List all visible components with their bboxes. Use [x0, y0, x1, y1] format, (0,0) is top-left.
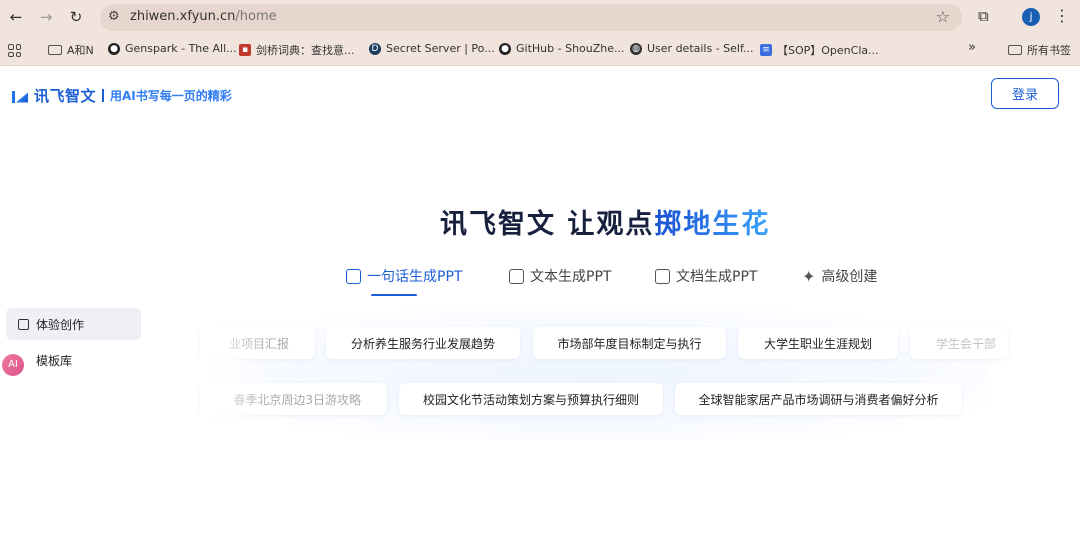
login-button[interactable]: 登录	[991, 78, 1059, 109]
fade-overlay-left	[200, 318, 270, 438]
bookmarks-bar: A和N ● Genspark - The All... ▪ 剑桥词典：查找意... …	[0, 35, 1080, 66]
active-tab-indicator	[371, 294, 417, 296]
doc-check-icon	[509, 268, 524, 284]
address-bar[interactable]: ⚙ zhiwen.xfyun.cn/home ☆	[100, 4, 962, 31]
secret-server-icon: D	[369, 42, 381, 55]
tab-doc-to-ppt[interactable]: 文档生成PPT	[655, 266, 757, 286]
sidebar-item-label: 模板库	[36, 353, 73, 368]
forward-icon[interactable]: →	[36, 7, 56, 27]
folder-icon	[48, 45, 62, 55]
site-settings-icon[interactable]: ⚙	[108, 9, 120, 24]
cambridge-icon: ▪	[239, 44, 251, 56]
extensions-icon[interactable]: ⧉	[978, 7, 989, 25]
tab-label: 高级创建	[821, 269, 878, 285]
more-bookmarks-button[interactable]: »	[968, 40, 976, 55]
bookmark-item[interactable]: ● Genspark - The All...	[108, 42, 237, 55]
tab-label: 文档生成PPT	[676, 269, 758, 285]
prompt-chip[interactable]: 学生会干部	[910, 327, 1008, 359]
sidebar-item-label: 体验创作	[36, 317, 85, 332]
folder-icon	[1008, 45, 1022, 55]
sparkle-icon: ✦	[802, 266, 816, 286]
tab-advanced[interactable]: ✦ 高级创建	[802, 266, 877, 286]
github-icon: ●	[499, 42, 511, 55]
globe-icon: ◍	[630, 42, 642, 55]
bookmark-item[interactable]: ≡ 【SOP】OpenCla...	[760, 42, 879, 58]
prompt-chip[interactable]: 分析养生服务行业发展趋势	[326, 327, 520, 359]
bookmark-item[interactable]: ● GitHub - ShouZhe...	[499, 42, 625, 55]
url-text: zhiwen.xfyun.cn/home	[130, 9, 277, 24]
sidebar-item-templates[interactable]: 模板库	[6, 344, 141, 376]
bookmark-item[interactable]: ◍ User details - Self...	[630, 42, 754, 55]
logo-slogan: 用AI书写每一页的精彩	[110, 89, 232, 103]
logo-name: 讯飞智文	[34, 87, 97, 105]
site-header: 讯飞智文 用AI书写每一页的精彩 登录	[0, 66, 1080, 122]
prompt-chip[interactable]: 全球智能家居产品市场调研与消费者偏好分析	[675, 383, 962, 415]
folder-check-icon	[655, 268, 670, 284]
bookmark-item[interactable]: ▪ 剑桥词典：查找意...	[239, 42, 355, 58]
hero-title-plain: 讯飞智文 让观点	[440, 209, 655, 240]
tab-text-to-ppt[interactable]: 文本生成PPT	[509, 266, 611, 286]
prompt-chip[interactable]: 市场部年度目标制定与执行	[533, 327, 726, 359]
logo-mark-icon	[12, 89, 28, 103]
tab-label: 一句话生成PPT	[367, 269, 463, 285]
bookmark-item[interactable]: D Secret Server | Po...	[369, 42, 495, 55]
prompt-chip[interactable]: 校园文化节活动策划方案与预算执行细则	[399, 383, 663, 415]
edit-icon	[18, 318, 29, 330]
genspark-icon: ●	[108, 42, 120, 55]
back-icon[interactable]: ←	[6, 7, 26, 27]
doc-icon: ≡	[760, 44, 772, 56]
browser-toolbar: ← → ↻ ⚙ zhiwen.xfyun.cn/home ☆ ⧉ j ⋮	[0, 0, 1080, 35]
hero-title: 讯飞智文 让观点掷地生花	[440, 202, 770, 241]
all-bookmarks-button[interactable]: 所有书签	[1008, 42, 1071, 58]
bookmark-item[interactable]: A和N	[48, 42, 94, 58]
reload-icon[interactable]: ↻	[66, 7, 86, 27]
chat-check-icon	[346, 268, 361, 284]
logo-divider	[102, 89, 105, 102]
profile-avatar[interactable]: j	[1022, 8, 1040, 26]
assistant-avatar[interactable]: AI	[2, 354, 24, 376]
sidebar-item-create[interactable]: 体验创作	[6, 308, 141, 340]
left-sidebar: 体验创作 模板库 AI	[2, 308, 141, 380]
prompt-chip[interactable]: 大学生职业生涯规划	[738, 327, 898, 359]
bookmark-star-icon[interactable]: ☆	[936, 7, 950, 26]
site-logo[interactable]: 讯飞智文 用AI书写每一页的精彩	[12, 85, 232, 106]
tab-label: 文本生成PPT	[530, 269, 612, 285]
browser-menu-icon[interactable]: ⋮	[1054, 6, 1070, 25]
hero-title-highlight: 掷地生花	[654, 209, 771, 240]
apps-grid-icon[interactable]	[8, 44, 21, 57]
tab-one-sentence[interactable]: 一句话生成PPT	[346, 266, 462, 286]
